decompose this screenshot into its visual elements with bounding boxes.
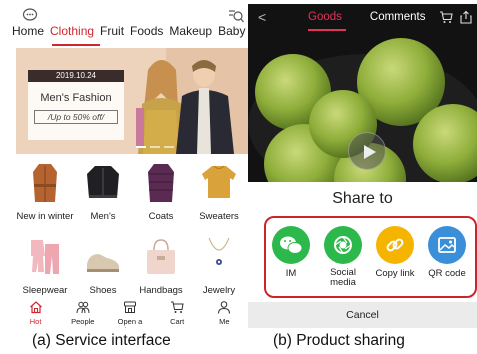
share-label: Social media (330, 267, 356, 288)
chat-icon (280, 236, 303, 254)
banner-title: Men's Fashion (40, 92, 112, 104)
product-jewelry[interactable]: Jewelry (190, 234, 248, 308)
image-icon (438, 237, 456, 253)
active-category-indicator (52, 44, 100, 46)
product-tabs: Goods Comments (308, 11, 426, 31)
handbag-icon (147, 239, 175, 274)
share-option-copy-link[interactable]: Copy link (370, 226, 420, 279)
sweater-icon (202, 165, 236, 198)
share-label: QR code (428, 268, 466, 279)
home-icon (29, 301, 42, 314)
category-tab-baby[interactable]: Baby (218, 24, 245, 44)
product-label: Handbags (139, 285, 183, 296)
person-icon (218, 301, 231, 314)
pajama-icon (31, 240, 59, 274)
caption-service-interface: (a) Service interface (32, 332, 171, 349)
tab-label: Cart (170, 317, 185, 326)
cart-icon[interactable] (439, 10, 453, 24)
product-label: Sleepwear (22, 285, 68, 296)
play-button[interactable] (348, 132, 386, 170)
link-icon-circle (376, 226, 414, 264)
share-option-qr-code[interactable]: QR code (422, 226, 472, 279)
tab-hot[interactable]: Hot (14, 300, 58, 328)
product-mens[interactable]: Men's (74, 160, 132, 234)
product-label: Shoes (89, 285, 117, 296)
tab-goods[interactable]: Goods (308, 11, 342, 23)
necklace-icon (208, 237, 230, 265)
play-icon (364, 145, 376, 159)
product-label: Jewelry (202, 285, 236, 296)
product-handbags[interactable]: Handbags (132, 234, 190, 308)
tab-people[interactable]: People (61, 300, 105, 328)
share-icon[interactable] (459, 10, 473, 24)
caption-product-sharing: (b) Product sharing (273, 332, 405, 349)
product-sweaters[interactable]: Sweaters (190, 160, 248, 234)
product-sharing-screen: < Goods Comments Share to IM Social medi… (248, 4, 477, 328)
tab-open-shop[interactable]: Open a shop! (108, 300, 152, 328)
tab-label: Me (219, 317, 230, 326)
category-tab-fruit[interactable]: Fruit (100, 24, 124, 44)
tab-me[interactable]: Me (202, 300, 246, 328)
camera-aperture-icon (334, 236, 352, 254)
category-tab-foods[interactable]: Foods (130, 24, 163, 44)
coat-icon (33, 164, 57, 202)
category-tab-clothing[interactable]: Clothing (50, 24, 94, 44)
product-label: Sweaters (199, 211, 239, 222)
category-nav: Home Clothing Fruit Foods Makeup Baby (12, 24, 248, 44)
back-arrow-icon[interactable]: < (258, 9, 266, 25)
carousel-dots (136, 146, 174, 148)
active-tab-indicator (308, 29, 346, 31)
product-new-in-winter[interactable]: New in winter (16, 160, 74, 234)
header-actions (439, 10, 473, 24)
banner-date: 2019.10.24 (28, 70, 124, 82)
share-label: IM (285, 268, 297, 279)
shop-icon (123, 301, 136, 313)
banner-discount-text: /Up to 50% off/ (47, 112, 105, 122)
tab-label: People (71, 317, 95, 326)
chat-bubble-icon[interactable] (22, 8, 38, 22)
share-title: Share to (332, 190, 393, 207)
people-icon (76, 301, 90, 314)
puffer-icon (148, 164, 174, 202)
share-option-social-media[interactable]: Social media (318, 226, 368, 288)
tab-comments[interactable]: Comments (370, 11, 426, 23)
social-icon-circle (324, 226, 362, 264)
service-interface-screen: Home Clothing Fruit Foods Makeup Baby 20… (12, 4, 248, 328)
jacket-icon (87, 166, 119, 198)
top-bar (12, 6, 248, 26)
cancel-button[interactable]: Cancel (248, 302, 477, 328)
product-label: Men's (90, 211, 116, 222)
link-icon (386, 238, 404, 252)
product-coats[interactable]: Coats (132, 160, 190, 234)
tab-label: Open a shop! (117, 317, 143, 328)
product-sleepwear[interactable]: Sleepwear (16, 234, 74, 308)
category-tab-makeup[interactable]: Makeup (169, 24, 212, 44)
share-option-im[interactable]: IM (266, 226, 316, 279)
bottom-tab-bar: Hot People Open a shop! Cart (12, 300, 248, 328)
banner-discount: /Up to 50% off/ (34, 110, 118, 124)
shoe-icon (87, 254, 119, 272)
product-label: Coats (148, 211, 174, 222)
qr-icon-circle (428, 226, 466, 264)
cart-icon (171, 301, 184, 313)
product-shoes[interactable]: Shoes (74, 234, 132, 308)
tab-cart[interactable]: Cart (155, 300, 199, 328)
im-icon-circle (272, 226, 310, 264)
share-sheet: Share to IM Social media Copy link QR co… (248, 182, 477, 328)
search-icon[interactable] (228, 8, 244, 24)
product-media[interactable]: < Goods Comments (248, 4, 477, 182)
category-tab-home[interactable]: Home (12, 24, 44, 44)
share-label: Copy link (375, 268, 415, 279)
product-label: New in winter (16, 211, 74, 222)
promo-banner[interactable]: 2019.10.24 Men's Fashion /Up to 50% off/ (16, 48, 248, 154)
tab-label: Hot (29, 317, 42, 326)
